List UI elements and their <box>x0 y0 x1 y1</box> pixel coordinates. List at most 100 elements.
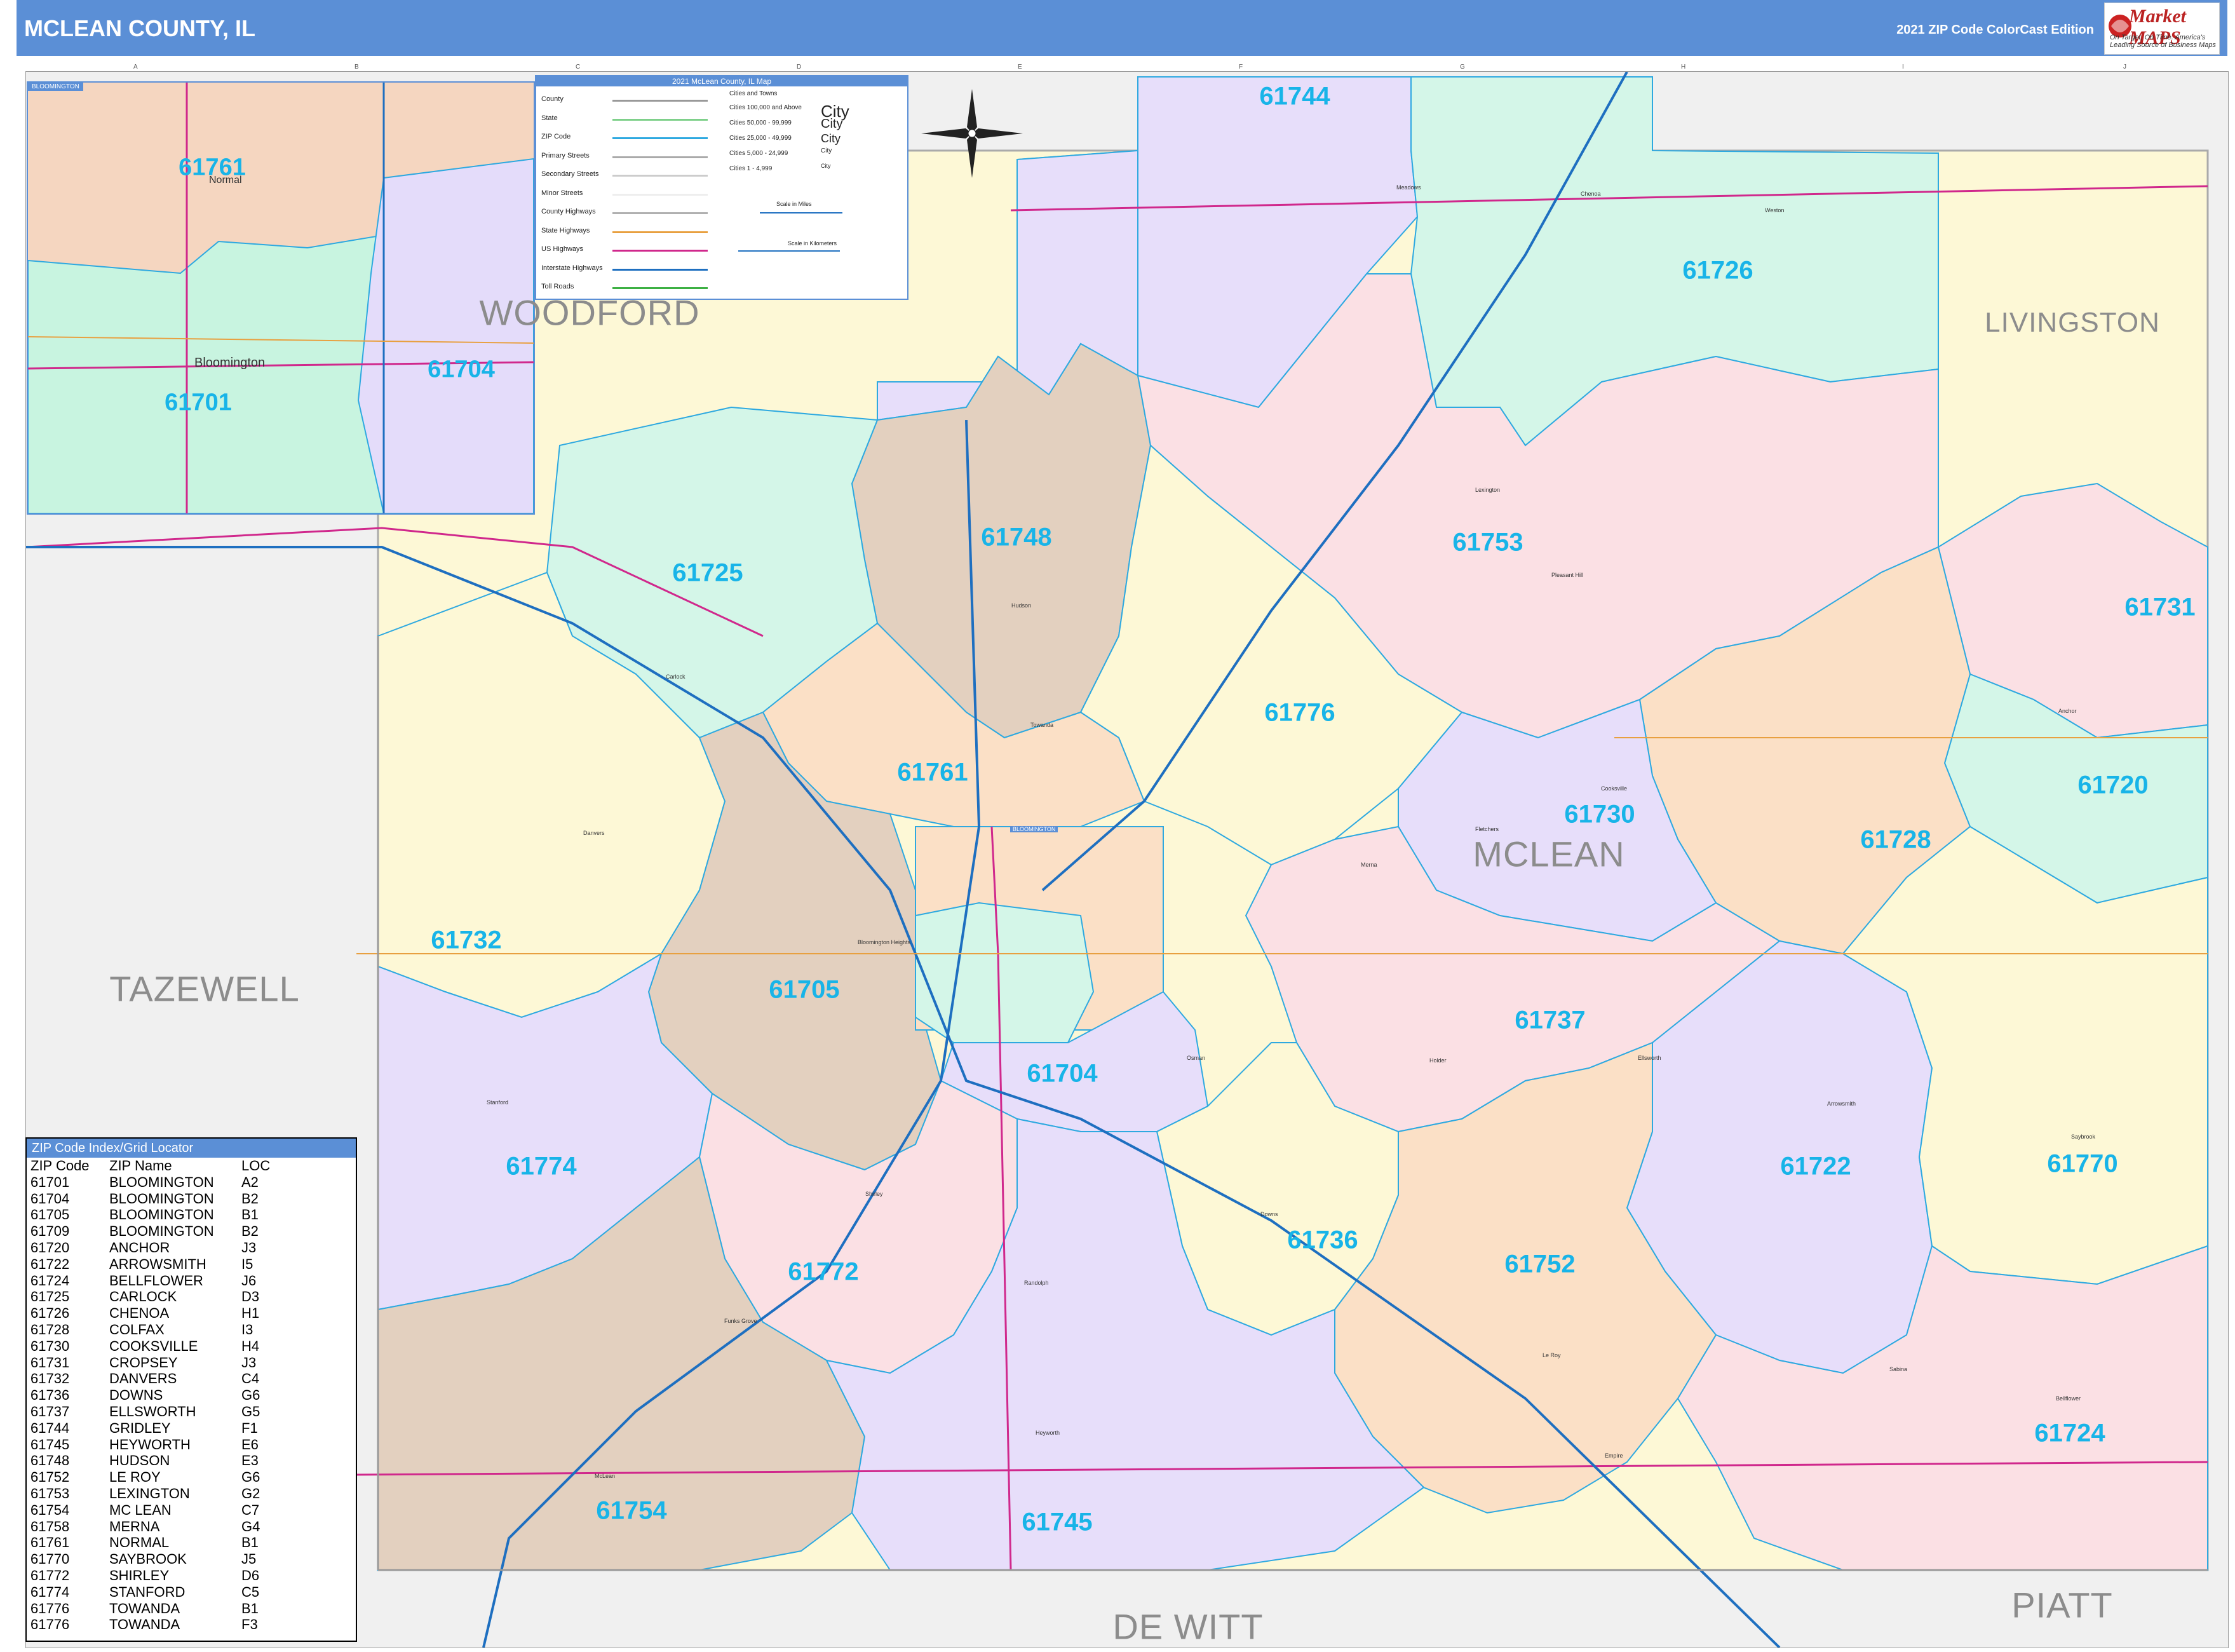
index-name: BELLFLOWER <box>109 1272 203 1289</box>
town-heyworth: Heyworth <box>1036 1430 1060 1436</box>
grid-column-letter: F <box>1239 64 1243 71</box>
index-name: MC LEAN <box>109 1501 172 1518</box>
index-row: 61748 HUDSON E3 <box>27 1452 356 1469</box>
index-name: DANVERS <box>109 1371 177 1387</box>
index-name: HEYWORTH <box>109 1436 191 1452</box>
zip-label-61726: 61726 <box>1682 256 1753 285</box>
inset-zip-61704: 61704 <box>428 356 495 383</box>
county-label-mclean: MCLEAN <box>1473 834 1625 874</box>
legend-row-label: County Highways <box>541 208 596 215</box>
legend-line-swatch <box>612 118 708 121</box>
index-zip: 61704 <box>30 1190 70 1207</box>
index-zip: 61725 <box>30 1289 70 1305</box>
grid-column-letter: J <box>2123 64 2126 71</box>
index-loc: G6 <box>241 1387 260 1404</box>
legend-line-swatch <box>612 231 708 233</box>
index-name: SHIRLEY <box>109 1567 170 1583</box>
index-loc: J6 <box>241 1272 257 1289</box>
index-loc: C4 <box>241 1371 260 1387</box>
index-row: 61730 COOKSVILLE H4 <box>27 1338 356 1355</box>
grid-column-letters: A B C D E F G H I J <box>25 64 2227 71</box>
index-name: TOWANDA <box>109 1600 180 1616</box>
zip-label-61745: 61745 <box>1022 1508 1093 1536</box>
index-loc: D6 <box>241 1567 260 1583</box>
town-weston: Weston <box>1765 207 1785 213</box>
legend-row-label: Toll Roads <box>541 283 574 290</box>
grid-column-letter: E <box>1018 64 1022 71</box>
grid-column-letter: G <box>1460 64 1465 71</box>
index-zip: 61720 <box>30 1239 70 1256</box>
index-name: CARLOCK <box>109 1289 177 1305</box>
index-zip: 61731 <box>30 1354 70 1371</box>
index-zip: 61722 <box>30 1256 70 1272</box>
grid-column-letter: I <box>1902 64 1904 71</box>
legend-row-label: State Highways <box>541 226 590 234</box>
zip-label-61736: 61736 <box>1287 1226 1358 1254</box>
index-col-loc: LOC <box>241 1158 271 1174</box>
map-title: MCLEAN COUNTY, IL <box>24 15 255 41</box>
index-zip: 61737 <box>30 1403 70 1419</box>
index-loc: I3 <box>241 1321 253 1337</box>
legend-row-label: US Highways <box>541 245 584 253</box>
town-gillum: Osman <box>1187 1055 1206 1061</box>
zip-label-61770: 61770 <box>2047 1149 2118 1178</box>
town-carlock: Carlock <box>666 674 685 680</box>
map-legend: 2021 McLean County, IL Map County State ZI… <box>535 75 908 300</box>
legend-line-swatch <box>612 287 708 289</box>
legend-city-size: Cities 50,000 - 99,999 <box>729 119 792 126</box>
zip-label-61725: 61725 <box>672 559 743 587</box>
index-row: 61725 CARLOCK D3 <box>27 1289 356 1305</box>
index-zip: 61745 <box>30 1436 70 1452</box>
index-name: COLFAX <box>109 1321 165 1337</box>
town-sabina: Sabina <box>1889 1366 1908 1372</box>
index-name: COOKSVILLE <box>109 1337 198 1354</box>
county-label-piatt: PIATT <box>2011 1585 2113 1625</box>
index-row: 61736 DOWNS G6 <box>27 1387 356 1404</box>
index-loc: G4 <box>241 1518 260 1534</box>
zip-label-61724: 61724 <box>2034 1419 2105 1447</box>
zip-label-61732: 61732 <box>431 926 502 954</box>
county-label-woodford: WOODFORD <box>479 292 700 333</box>
index-zip: 61748 <box>30 1452 70 1469</box>
index-row: 61772 SHIRLEY D6 <box>27 1567 356 1584</box>
town-bellflower: Bellflower <box>2056 1395 2081 1402</box>
town-randolph: Randolph <box>1024 1280 1049 1286</box>
grid-column-letter: D <box>797 64 802 71</box>
bloomington-inset-map[interactable]: BLOOMINGTON 61761 Normal 61704 Bloomingt… <box>27 81 535 515</box>
index-row: 61705 BLOOMINGTON B1 <box>27 1207 356 1223</box>
index-zip: 61753 <box>30 1485 70 1501</box>
town-empire: Empire <box>1605 1452 1623 1459</box>
town-saybrook: Saybrook <box>2071 1134 2096 1140</box>
legend-row-label: Primary Streets <box>541 151 590 159</box>
index-loc: J3 <box>241 1354 257 1371</box>
index-row: 61761 NORMAL B1 <box>27 1534 356 1551</box>
zip-label-61722: 61722 <box>1780 1152 1851 1181</box>
index-name: STANFORD <box>109 1583 186 1600</box>
market-maps-logo: Market MAPS On Target, On Time. America'… <box>2104 3 2220 55</box>
county-label-tazewell: TAZEWELL <box>109 968 300 1009</box>
town-chenoa: Chenoa <box>1581 191 1601 197</box>
bloomington-inset-frame-label: BLOOMINGTON <box>1010 826 1058 832</box>
zip-code-index: ZIP Code Index/Grid Locator ZIP Code ZIP… <box>25 1137 357 1642</box>
legend-row-label: State <box>541 114 558 122</box>
index-loc: H4 <box>241 1337 260 1354</box>
index-loc: B1 <box>241 1534 259 1551</box>
compass-rose-icon <box>921 89 1023 178</box>
header-bar: MCLEAN COUNTY, IL 2021 ZIP Code ColorCas… <box>17 0 2227 56</box>
index-row: 61774 STANFORD C5 <box>27 1584 356 1601</box>
town-funks-grove: Funks Grove <box>724 1318 757 1324</box>
index-loc: C5 <box>241 1583 260 1600</box>
index-loc: I5 <box>241 1256 253 1272</box>
index-title: ZIP Code Index/Grid Locator <box>27 1139 356 1158</box>
index-zip: 61754 <box>30 1501 70 1518</box>
legend-city-size: Cities 100,000 and Above <box>729 104 802 111</box>
index-row: 61758 MERNA G4 <box>27 1519 356 1535</box>
index-loc: E3 <box>241 1452 259 1469</box>
zip-label-61776: 61776 <box>1264 698 1335 727</box>
index-zip: 61726 <box>30 1305 70 1322</box>
index-zip: 61776 <box>30 1616 70 1633</box>
index-row: 61709 BLOOMINGTON B2 <box>27 1223 356 1240</box>
legend-line-swatch <box>612 156 708 158</box>
inset-town-normal: Normal <box>209 175 242 186</box>
town-danvers: Danvers <box>583 830 605 836</box>
